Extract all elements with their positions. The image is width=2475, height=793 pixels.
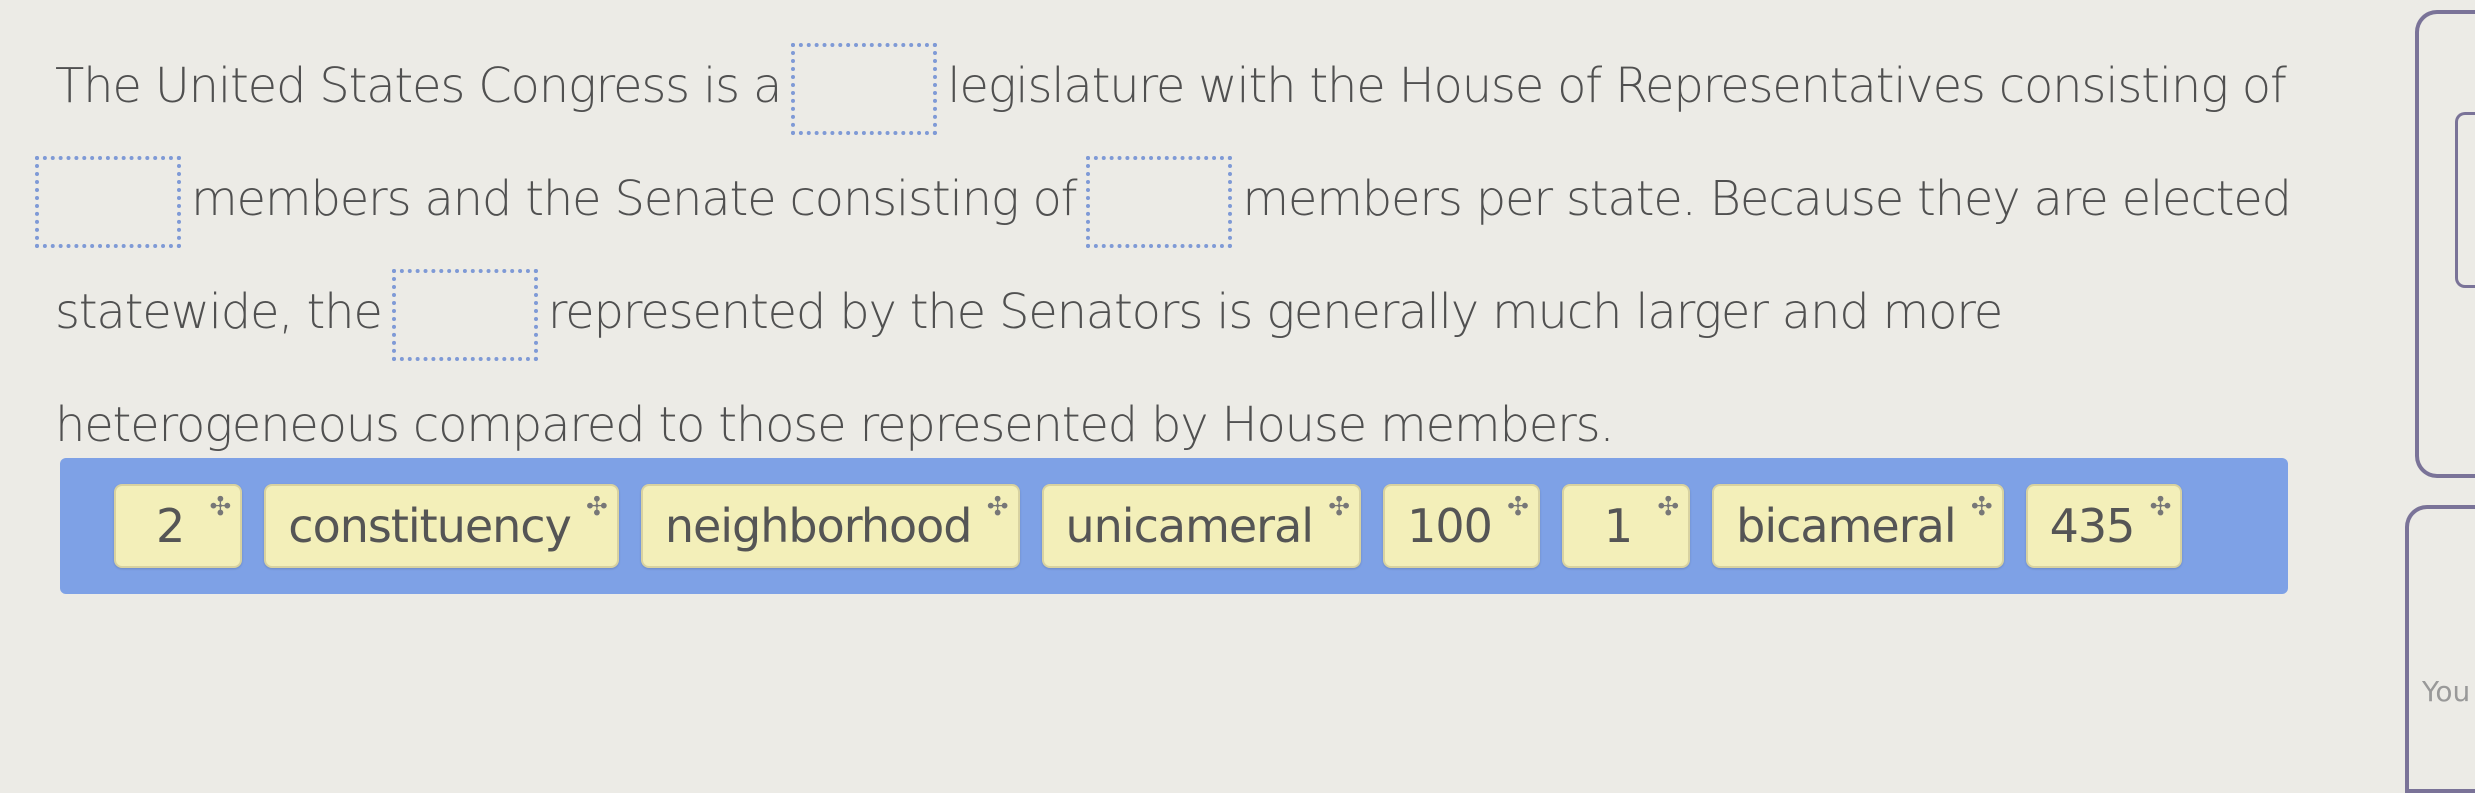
passage-text-2: legislature with the House of Representa… [947,58,2287,114]
chip-label: bicameral [1736,499,1956,553]
answer-chip-1[interactable]: 1 ✣ [1561,484,1691,568]
blank-1-drop-zone[interactable] [791,43,938,135]
answer-chip-constituency[interactable]: constituency ✣ [264,484,619,568]
move-icon: ✣ [1507,492,1529,522]
move-icon: ✣ [1328,492,1350,522]
blank-3-drop-zone[interactable] [1086,156,1233,248]
answer-bank: 2 ✣ constituency ✣ neighborhood ✣ unicamera… [60,458,2288,594]
chip-label: constituency [288,499,572,553]
blank-2-drop-zone[interactable] [35,156,181,248]
passage-text-4a: members per state. Because they are elec… [1242,171,2292,227]
chip-label: neighborhood [664,499,973,553]
side-panel-label: You [2422,675,2471,708]
chip-label: 100 [1407,499,1493,553]
side-panel-inner-box [2455,112,2475,288]
fill-in-passage: The United States Congress is a legislatu… [35,30,2295,482]
side-panel-bottom [2405,505,2475,793]
answer-chip-2[interactable]: 2 ✣ [114,484,243,568]
move-icon: ✣ [1970,492,1993,522]
chip-label: 435 [2049,499,2136,553]
passage-text-4b: statewide, the [55,284,383,340]
passage-text-1: The United States Congress is a [55,58,782,114]
move-icon: ✣ [209,492,231,522]
chip-label: 2 [156,499,185,553]
move-icon: ✣ [586,492,608,522]
answer-chip-100[interactable]: 100 ✣ [1383,484,1540,568]
answer-chip-bicameral[interactable]: bicameral ✣ [1712,484,2004,568]
answer-chip-unicameral[interactable]: unicameral ✣ [1041,484,1362,568]
blank-4-drop-zone[interactable] [391,269,538,361]
move-icon: ✣ [2149,492,2172,522]
move-icon: ✣ [986,492,1009,522]
chip-label: unicameral [1065,499,1315,553]
move-icon: ✣ [1657,492,1679,522]
answer-chip-435[interactable]: 435 ✣ [2025,484,2183,568]
passage-text-3: members and the Senate consisting of [191,171,1078,227]
answer-chip-neighborhood[interactable]: neighborhood ✣ [640,484,1020,568]
chip-label: 1 [1603,499,1633,553]
